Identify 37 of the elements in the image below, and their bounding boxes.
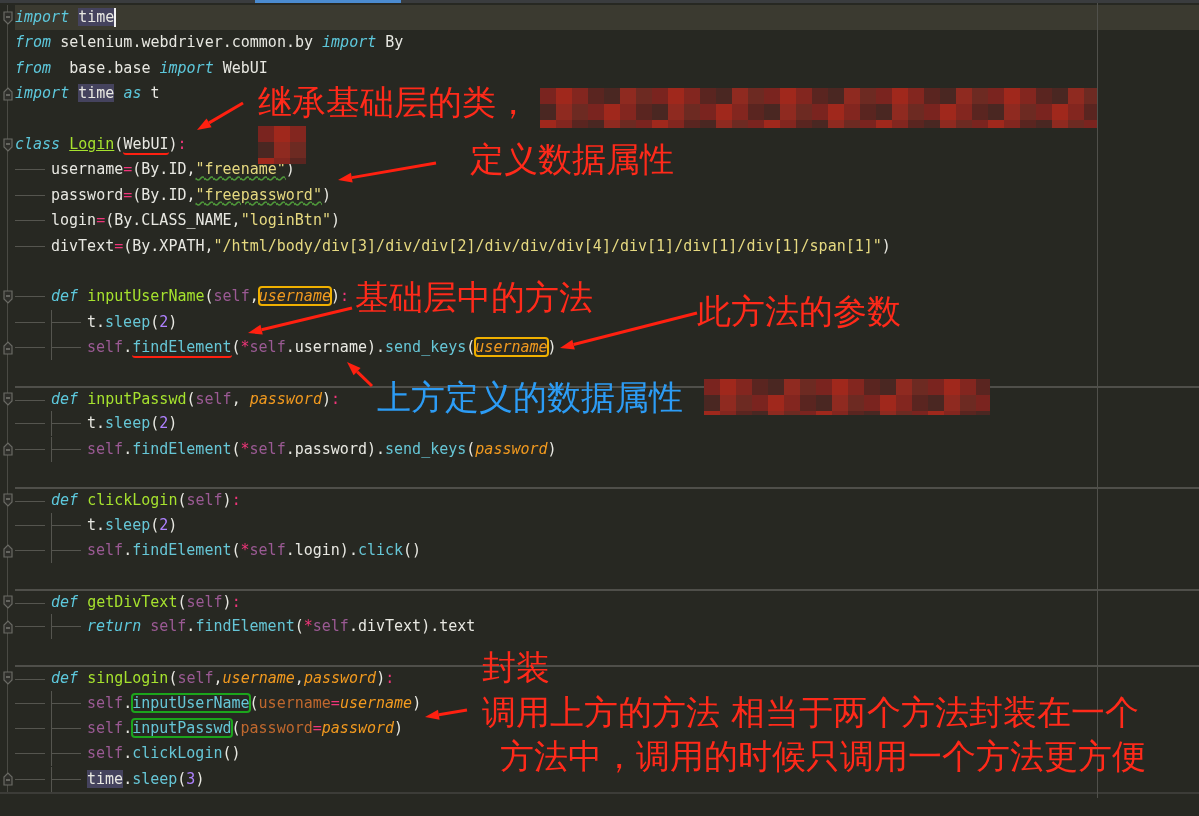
code-line: def clickLogin(self): — [15, 487, 1199, 513]
fold-marker-icon[interactable] — [1, 543, 14, 558]
fold-marker-icon[interactable] — [1, 391, 14, 406]
code-line: divText=(By.XPATH,"/html/body/div[3]/div/div[2]/div/div/div[4]/div[1]/div[1]/div[1]/span[1]") — [15, 233, 1199, 259]
code-line: def getDivText(self): — [15, 589, 1199, 615]
arrow — [425, 708, 468, 720]
code-line: self.findElement(*self.password).send_keys(password) — [15, 436, 1199, 463]
arrow — [197, 101, 244, 130]
annotation-text: 基础层中的方法 — [355, 279, 593, 317]
code-line: login=(By.CLASS_NAME,"loginBtn") — [15, 208, 1199, 234]
annotation-text: 此方法的参数 — [697, 293, 901, 331]
annotation-text: 封装 — [482, 649, 550, 687]
code-line: from base.base import WebUI — [15, 57, 269, 79]
annotation-text: 方法中，调用的时候只调用一个方法更方便 — [500, 738, 1146, 776]
code-line: self.findElement(*self.username).send_keys(username) — [15, 335, 1199, 361]
code-line: return self.findElement(*self.divText).text — [15, 614, 1199, 640]
fold-marker-icon[interactable] — [1, 670, 14, 685]
annotation-text: 继承基础层的类， — [258, 84, 530, 122]
fold-marker-icon[interactable] — [1, 10, 14, 25]
fold-marker-icon[interactable] — [1, 493, 14, 508]
text-cursor — [114, 8, 117, 27]
code-line: from selenium.webdriver.common.by import By — [15, 32, 405, 54]
arrow — [347, 362, 374, 388]
fold-marker-icon[interactable] — [1, 290, 14, 304]
code-line: password=(By.ID,"freepassword") — [15, 182, 1199, 209]
code-line: class Login(WebUI): — [15, 133, 188, 157]
fold-marker-icon[interactable] — [1, 137, 14, 152]
fold-marker-icon[interactable] — [1, 772, 14, 787]
fold-marker-icon[interactable] — [1, 442, 14, 457]
fold-marker-icon[interactable] — [1, 620, 14, 635]
code-line: t.sleep(2) — [15, 512, 1199, 539]
fold-marker-icon[interactable] — [1, 86, 14, 101]
annotation-text: 定义数据属性 — [470, 141, 674, 179]
pixelated-block — [258, 126, 306, 164]
fold-marker-icon[interactable] — [1, 594, 14, 609]
fold-marker-icon[interactable] — [1, 340, 14, 355]
code-line: self.findElement(*self.login).click() — [15, 538, 1199, 564]
